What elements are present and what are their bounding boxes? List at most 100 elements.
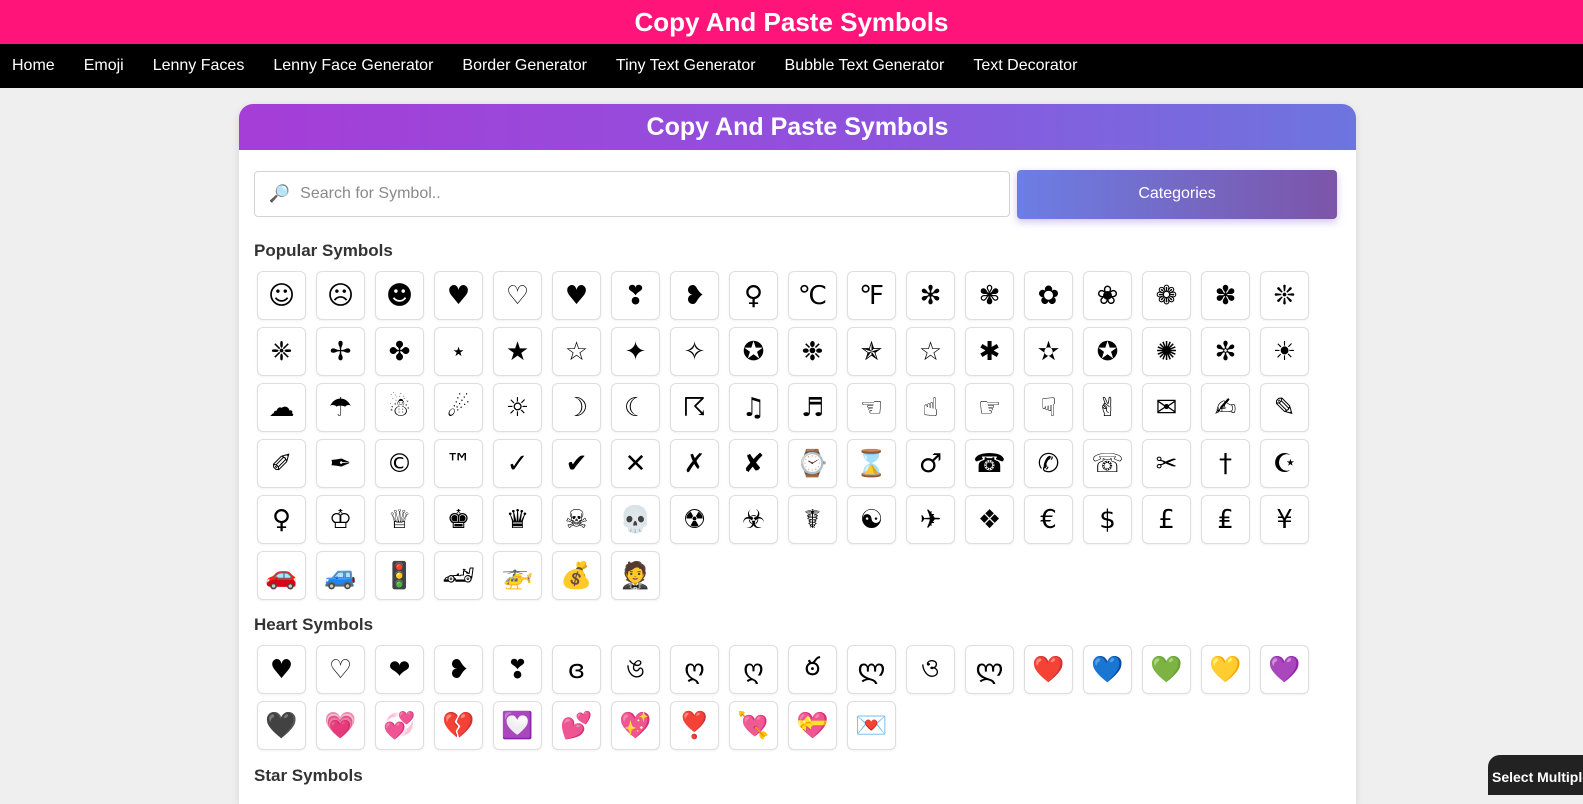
symbol-button[interactable]: ☢ [670,495,719,544]
symbol-button[interactable]: ☀ [1260,327,1309,376]
symbol-button[interactable]: ☺ [257,271,306,320]
symbol-button[interactable]: ლ [965,645,1014,694]
symbol-button[interactable]: ℉ [847,271,896,320]
symbol-button[interactable]: ⌚ [788,439,837,488]
symbol-button[interactable]: ఠ [788,645,837,694]
symbol-button[interactable]: ✈ [906,495,955,544]
symbol-button[interactable]: 💟 [493,701,542,750]
symbol-button[interactable]: ☎ [965,439,1014,488]
symbol-button[interactable]: ✺ [1142,327,1191,376]
symbol-button[interactable]: 💜 [1260,645,1309,694]
symbol-button[interactable]: ♂ [906,439,955,488]
symbol-button[interactable]: ✗ [670,439,719,488]
symbol-button[interactable]: ☝ [906,383,955,432]
symbol-button[interactable]: ✉ [1142,383,1191,432]
symbol-button[interactable]: ❈ [257,327,306,376]
symbol-button[interactable]: ♕ [375,495,424,544]
symbol-button[interactable]: ☆ [552,327,601,376]
symbol-button[interactable]: 💝 [788,701,837,750]
symbol-button[interactable]: 💖 [611,701,660,750]
symbol-button[interactable]: ❥ [434,645,483,694]
symbol-button[interactable]: ✎ [1260,383,1309,432]
select-multiple-button[interactable]: Select Multiple [1488,755,1583,795]
symbol-button[interactable]: ✧ [670,327,719,376]
symbol-button[interactable]: ✐ [257,439,306,488]
symbol-button[interactable]: 🚗 [257,551,306,600]
symbol-button[interactable]: 💰 [552,551,601,600]
symbol-button[interactable]: ✘ [729,439,778,488]
symbol-button[interactable]: ❉ [788,327,837,376]
symbol-button[interactable]: 💀 [611,495,660,544]
symbol-button[interactable]: ♀ [729,271,778,320]
symbol-button[interactable]: ✿ [1024,271,1073,320]
nav-lenny-faces[interactable]: Lenny Faces [153,57,245,75]
symbol-button[interactable]: ☏ [1083,439,1132,488]
symbol-button[interactable]: ✪ [1083,327,1132,376]
symbol-button[interactable]: ☁ [257,383,306,432]
categories-button[interactable]: Categories [1017,169,1337,219]
symbol-button[interactable]: ☜ [847,383,896,432]
symbol-button[interactable]: 💔 [434,701,483,750]
symbol-button[interactable]: ❖ [965,495,1014,544]
symbol-button[interactable]: ♬ [788,383,837,432]
symbol-button[interactable]: ♡ [493,271,542,320]
symbol-button[interactable]: ☼ [493,383,542,432]
symbol-button[interactable]: † [1201,439,1250,488]
symbol-button[interactable]: ღ [729,645,778,694]
symbol-button[interactable]: ও [906,645,955,694]
symbol-button[interactable]: ✕ [611,439,660,488]
symbol-button[interactable]: ✓ [493,439,542,488]
symbol-button[interactable]: 🖤 [257,701,306,750]
symbol-button[interactable]: ☈ [670,383,719,432]
symbol-button[interactable]: ¥ [1260,495,1309,544]
symbol-button[interactable]: 🚦 [375,551,424,600]
nav-bubble-text-generator[interactable]: Bubble Text Generator [785,57,945,75]
nav-lenny-face-generator[interactable]: Lenny Face Generator [273,57,433,75]
symbol-button[interactable]: 💌 [847,701,896,750]
symbol-button[interactable]: ✂ [1142,439,1191,488]
symbol-button[interactable]: 💕 [552,701,601,750]
symbol-button[interactable]: ❊ [1260,271,1309,320]
symbol-button[interactable]: ❀ [1083,271,1132,320]
symbol-button[interactable]: ₤ [1201,495,1250,544]
symbol-button[interactable]: ❤️ [1024,645,1073,694]
symbol-button[interactable]: ❁ [1142,271,1191,320]
symbol-button[interactable]: 💛 [1201,645,1250,694]
symbol-button[interactable]: ♀ [257,495,306,544]
symbol-button[interactable]: 🚙 [316,551,365,600]
symbol-button[interactable]: 🏎 [434,551,483,600]
symbol-button[interactable]: ☂ [316,383,365,432]
search-box[interactable]: 🔍 [254,171,1010,217]
symbol-button[interactable]: 💚 [1142,645,1191,694]
symbol-button[interactable]: ლ [847,645,896,694]
symbol-button[interactable]: ✔ [552,439,601,488]
symbol-button[interactable]: ♫ [729,383,778,432]
nav-home[interactable]: Home [12,57,55,75]
symbol-button[interactable]: ✌ [1083,383,1132,432]
symbol-button[interactable]: £ [1142,495,1191,544]
symbol-button[interactable]: © [375,439,424,488]
symbol-button[interactable]: ♛ [493,495,542,544]
symbol-button[interactable]: ☟ [1024,383,1073,432]
symbol-button[interactable]: ღ [670,645,719,694]
symbol-button[interactable]: ✒ [316,439,365,488]
nav-text-decorator[interactable]: Text Decorator [973,57,1077,75]
symbol-button[interactable]: ♔ [316,495,365,544]
symbol-button[interactable]: ☹ [316,271,365,320]
symbol-button[interactable]: ⋆ [434,327,483,376]
symbol-button[interactable]: ☠ [552,495,601,544]
symbol-button[interactable]: ✪ [729,327,778,376]
symbol-button[interactable]: ✻ [906,271,955,320]
symbol-button[interactable]: ☾ [611,383,660,432]
symbol-button[interactable]: ✍ [1201,383,1250,432]
symbol-button[interactable]: ❣ [611,271,660,320]
symbol-button[interactable]: ☃ [375,383,424,432]
symbol-button[interactable]: ☆ [906,327,955,376]
symbol-button[interactable]: ♡ [316,645,365,694]
symbol-button[interactable]: ⌛ [847,439,896,488]
symbol-button[interactable]: ♥ [257,645,306,694]
symbol-button[interactable]: 🤵 [611,551,660,600]
symbol-button[interactable]: ✤ [375,327,424,376]
symbol-button[interactable]: 🚁 [493,551,542,600]
symbol-button[interactable]: ☣ [729,495,778,544]
